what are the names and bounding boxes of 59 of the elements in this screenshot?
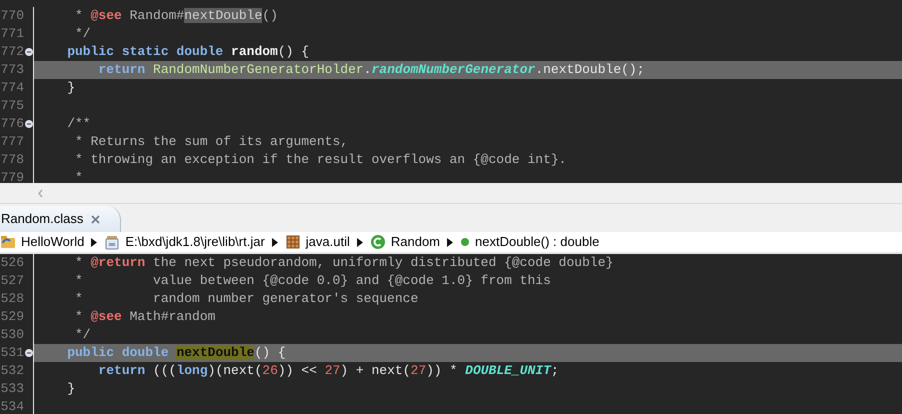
breadcrumb-item[interactable]: HelloWorld	[0, 232, 84, 252]
code-line: * @see Random#nextDouble()	[74, 7, 278, 25]
line-number: 777	[0, 133, 24, 151]
code-line: */	[74, 25, 91, 43]
code-line: * @see Math#random	[74, 308, 216, 326]
triangle-right-icon	[272, 238, 278, 246]
breadcrumb-label: nextDouble() : double	[475, 233, 600, 252]
editor-tab[interactable]: Random.class	[0, 206, 122, 232]
line-number: 773	[0, 61, 24, 79]
code-line: * throwing an exception if the result overflows an {@code int}.	[74, 151, 566, 169]
tab-label: Random.class	[1, 210, 84, 228]
breadcrumb-item[interactable]: nextDouble() : double	[460, 232, 600, 252]
code-line: */	[74, 326, 91, 344]
breadcrumb-label: Random	[390, 233, 440, 252]
package-icon	[284, 234, 301, 250]
code-line: }	[66, 79, 76, 97]
fold-icon[interactable]	[25, 120, 33, 128]
line-number: 770	[0, 7, 24, 25]
line-number: 771	[0, 25, 24, 43]
line-number: 530	[0, 326, 24, 344]
fold-icon[interactable]	[25, 48, 33, 56]
fold-icon[interactable]	[25, 349, 33, 357]
line-number: 779	[0, 169, 24, 183]
line-number: 774	[0, 79, 24, 97]
code-line: *	[74, 169, 83, 183]
breadcrumb-label: java.util	[306, 233, 350, 252]
code-line: return (((long)(next(26)) << 27) + next(27)) * DOUBLE_UNIT;	[97, 362, 559, 380]
line-number: 533	[0, 380, 24, 398]
line-number: 772	[0, 43, 24, 61]
breadcrumb-label: HelloWorld	[21, 233, 84, 252]
line-number: 776	[0, 115, 24, 133]
line-number: 527	[0, 272, 24, 290]
code-line: return RandomNumberGeneratorHolder.randomNumberGenerator.nextDouble();	[97, 61, 645, 79]
line-number: 528	[0, 290, 24, 308]
triangle-right-icon	[447, 238, 454, 246]
breadcrumb-item[interactable]: java.util	[284, 232, 350, 252]
line-number: 775	[0, 97, 24, 115]
breadcrumb-item[interactable]: E:\bxd\jdk1.8\jre\lib\rt.jar	[104, 232, 265, 252]
code-line: public static double random() {	[66, 43, 310, 61]
code-line: * random number generator's sequence	[74, 290, 418, 308]
code-line: * Returns the sum of its arguments,	[74, 133, 348, 151]
breadcrumb-item[interactable]: Random	[370, 232, 440, 252]
line-number: 534	[0, 398, 24, 414]
breadcrumb-label: E:\bxd\jdk1.8\jre\lib\rt.jar	[125, 233, 265, 252]
code-line: public double nextDouble() {	[66, 344, 286, 362]
code-line: }	[66, 380, 76, 398]
code-line: /**	[66, 115, 91, 133]
line-number: 778	[0, 151, 24, 169]
line-number: 531	[0, 344, 24, 362]
method-icon	[460, 237, 470, 247]
project-icon	[0, 234, 16, 250]
close-icon[interactable]	[91, 214, 100, 224]
code-line: * value between {@code 0.0} and {@code 1.0} from this	[74, 272, 551, 290]
triangle-right-icon	[91, 238, 98, 246]
line-number: 532	[0, 362, 24, 380]
triangle-right-icon	[356, 238, 363, 246]
code-line: * @return the next pseudorandom, uniformly distributed {@code double}	[74, 254, 614, 272]
line-number: 529	[0, 308, 24, 326]
line-number: 526	[0, 254, 24, 272]
